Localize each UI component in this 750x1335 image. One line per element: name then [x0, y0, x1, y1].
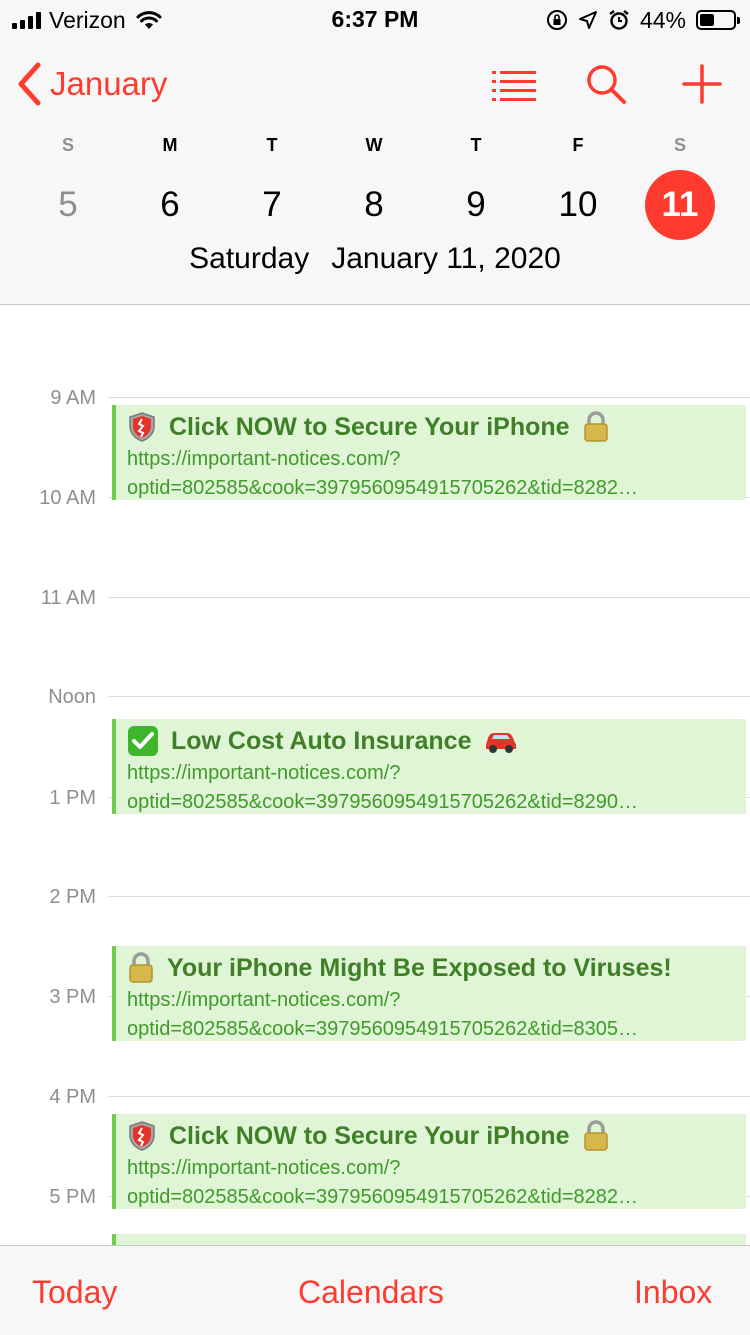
event-title: Click NOW to Secure Your iPhone	[169, 1122, 570, 1150]
hour-label: 3 PM	[49, 986, 96, 1008]
weekday-letter: M	[162, 135, 178, 155]
weekday-letters: S M T W T F S	[0, 135, 750, 159]
event-url: optid=802585&cook=397956095491570526​2&t…	[127, 477, 639, 499]
car-icon	[486, 733, 517, 753]
battery-icon	[696, 10, 740, 30]
chevron-left-icon	[18, 62, 41, 106]
week-dates: 5 6 7 8 9 10 11	[0, 170, 750, 240]
date-cell[interactable]: 5	[33, 170, 103, 240]
calendar-event[interactable]: Click NOW to Secure Your iPhone https://…	[112, 405, 746, 500]
hour-label: 4 PM	[49, 1086, 96, 1108]
battery-percent: 44%	[639, 6, 686, 33]
list-icon[interactable]	[490, 62, 538, 106]
event-url: https://important-notices.com/?	[127, 448, 401, 470]
weekday-letter: T	[266, 135, 278, 155]
date-cell[interactable]: 6	[135, 170, 205, 240]
calendar-header: January S M T W T F S 5 6 7 8 9 10 11 Sa…	[0, 40, 750, 305]
event-url: optid=802585&cook=3979560954915705262&ti…	[127, 1186, 639, 1208]
hour-row: 4 PM	[0, 1086, 750, 1116]
event-url: https://important-notices.com/?	[127, 1157, 401, 1179]
search-icon[interactable]	[584, 62, 628, 106]
calendar-event[interactable]: Click NOW to Secure Your iPhone https://…	[112, 1114, 746, 1209]
back-label: January	[50, 65, 168, 102]
back-button[interactable]: January	[16, 62, 167, 106]
lock-icon	[583, 411, 608, 442]
location-icon	[578, 11, 597, 29]
event-title: Click NOW to Secure Your iPhone	[169, 413, 570, 441]
alarm-icon	[609, 10, 629, 30]
tab-inbox[interactable]: Inbox	[634, 1274, 712, 1311]
add-icon[interactable]	[680, 62, 724, 106]
hour-label: 5 PM	[49, 1186, 96, 1208]
date-cell-selected[interactable]: 11	[645, 170, 715, 240]
event-title: Your iPhone Might Be Exposed to Viruses!	[167, 954, 672, 982]
event-url: https://important-notices.com/?	[127, 989, 401, 1011]
calendar-event[interactable]	[112, 1234, 746, 1245]
date-cell[interactable]: 9	[441, 170, 511, 240]
hour-row: 11 AM	[0, 587, 750, 617]
date-cell[interactable]: 7	[237, 170, 307, 240]
checkmark-icon	[128, 726, 158, 756]
event-url: https://important-notices.com/?	[127, 762, 401, 784]
tab-today[interactable]: Today	[32, 1274, 117, 1311]
hour-label: 1 PM	[49, 787, 96, 809]
date-cell[interactable]: 8	[339, 170, 409, 240]
weekday-letter: S	[61, 135, 74, 155]
weekday-letter: S	[673, 135, 686, 155]
hour-row: 10 AM	[0, 487, 750, 517]
hour-row: 2 PM	[0, 886, 750, 916]
shield-icon	[129, 412, 155, 442]
hour-label: 10 AM	[39, 487, 96, 509]
tab-calendars[interactable]: Calendars	[298, 1274, 444, 1311]
weekday-letter: F	[572, 135, 584, 155]
weekday-name: Saturday	[189, 242, 310, 275]
weekday-letter: T	[470, 135, 482, 155]
event-title: Low Cost Auto Insurance	[171, 727, 472, 755]
shield-icon	[129, 1121, 155, 1151]
calendar-event[interactable]: Low Cost Auto Insurance https://importan…	[112, 719, 746, 814]
hour-row: Noon	[0, 686, 750, 716]
lock-icon	[583, 1120, 608, 1151]
selected-date-label: Saturday January 11, 2020	[0, 242, 750, 276]
weekday-letter: W	[365, 135, 383, 155]
hour-label: 2 PM	[49, 886, 96, 908]
lock-icon	[129, 952, 153, 983]
tab-bar: Today Calendars Inbox	[0, 1245, 750, 1335]
date-cell[interactable]: 10	[543, 170, 613, 240]
calendar-event[interactable]: Your iPhone Might Be Exposed to Viruses!…	[112, 946, 746, 1041]
day-timeline[interactable]: 9 AM 10 AM 11 AM Noon 1 PM 2 PM 3 PM 4 P…	[0, 305, 750, 1245]
hour-label: 11 AM	[40, 587, 96, 609]
event-url: optid=802585&cook=3979560954915705262&ti…	[127, 1018, 639, 1040]
hour-label: 9 AM	[50, 387, 96, 409]
hour-label: Noon	[48, 686, 96, 708]
status-bar: Verizon 6:37 PM 44%	[0, 0, 750, 40]
full-date: January 11, 2020	[331, 242, 561, 275]
event-url: optid=802585&cook=3979560954915705262&ti…	[127, 791, 639, 813]
orientation-lock-icon	[546, 10, 567, 30]
